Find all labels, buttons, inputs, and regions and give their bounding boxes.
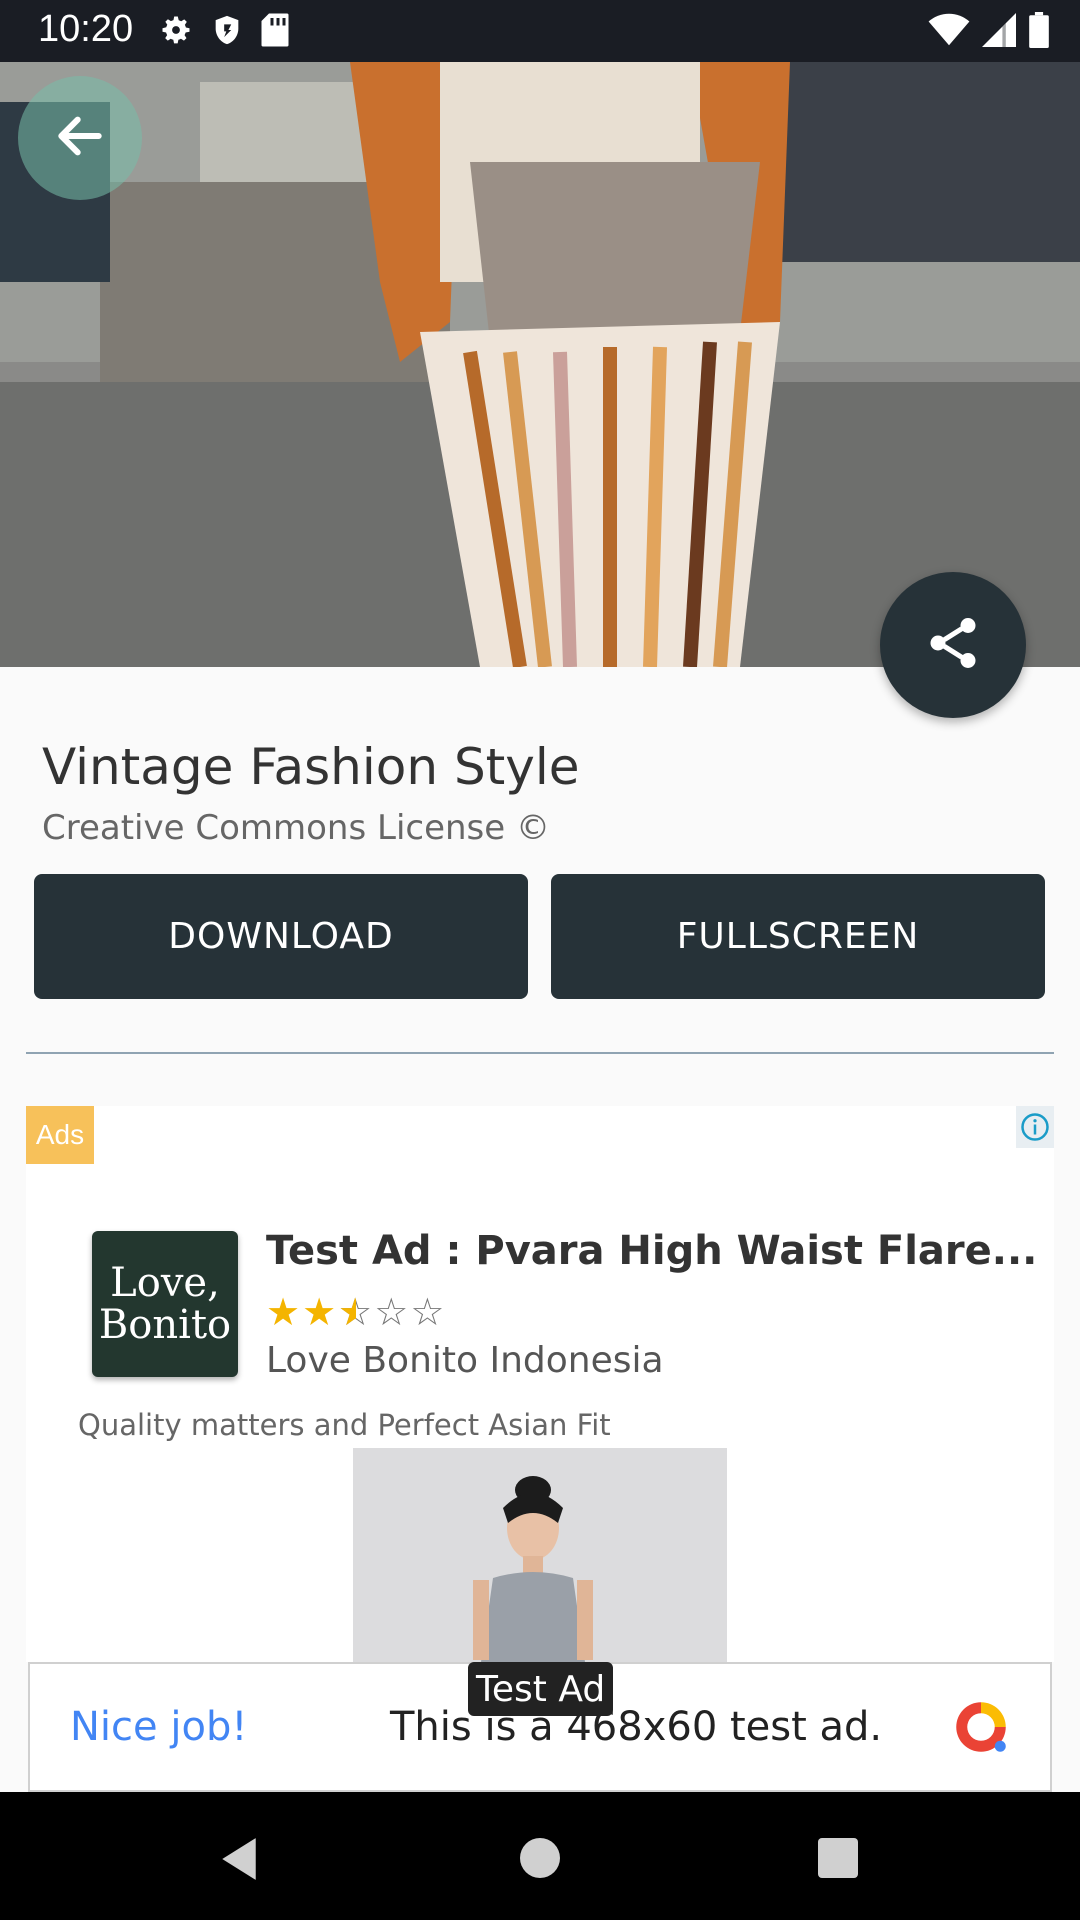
share-button[interactable] (880, 572, 1026, 718)
status-bar: 10:20 (0, 0, 1080, 62)
ad-body: Quality matters and Perfect Asian Fit (78, 1408, 611, 1442)
star-full-icon: ★ (266, 1290, 303, 1334)
gear-icon (158, 12, 194, 52)
admob-logo-icon (948, 1694, 1014, 1764)
ad-headline[interactable]: Test Ad : Pvara High Waist Flare... (266, 1228, 1037, 1274)
native-ad-card[interactable]: Ads Love, Bonito Test Ad : Pvara High Wa… (26, 1106, 1054, 1662)
star-empty-icon: ☆ (374, 1290, 411, 1334)
divider (26, 1052, 1054, 1054)
fullscreen-button[interactable]: FULLSCREEN (551, 874, 1045, 999)
rating-stars: ★★☆★☆☆ (266, 1290, 446, 1334)
back-button[interactable] (18, 76, 142, 200)
arrow-left-icon (50, 108, 110, 168)
home-circle-icon[interactable] (520, 1838, 560, 1878)
ads-badge: Ads (26, 1106, 94, 1164)
advertiser-logo[interactable]: Love, Bonito (92, 1231, 238, 1377)
star-full-icon: ★ (302, 1290, 339, 1334)
page-title: Vintage Fashion Style (42, 738, 580, 796)
test-ad-tag: Test Ad (468, 1662, 614, 1716)
logo-line-1: Love, (110, 1260, 220, 1306)
signal-icon (982, 13, 1016, 51)
battery-icon (1028, 12, 1050, 52)
banner-ad-text: This is a 468x60 test ad. (390, 1704, 883, 1750)
back-triangle-icon[interactable] (218, 1836, 260, 1886)
info-icon[interactable] (1016, 1106, 1054, 1148)
download-button[interactable]: DOWNLOAD (34, 874, 528, 999)
ad-advertiser: Love Bonito Indonesia (266, 1340, 664, 1381)
hero-image (0, 62, 1080, 667)
banner-nice-text: Nice job! (70, 1704, 248, 1750)
share-icon (923, 613, 983, 677)
star-empty-icon: ☆ (410, 1290, 447, 1334)
license-label: Creative Commons License © (42, 808, 550, 848)
sd-card-icon (260, 12, 290, 52)
logo-line-2: Bonito (98, 1302, 232, 1348)
navigation-bar (0, 1792, 1080, 1920)
star-half-icon: ☆★ (338, 1290, 375, 1334)
wifi-icon (928, 13, 970, 51)
shield-icon (210, 12, 244, 52)
status-time: 10:20 (38, 8, 134, 50)
recents-square-icon[interactable] (818, 1838, 858, 1878)
ad-image[interactable] (353, 1448, 727, 1662)
